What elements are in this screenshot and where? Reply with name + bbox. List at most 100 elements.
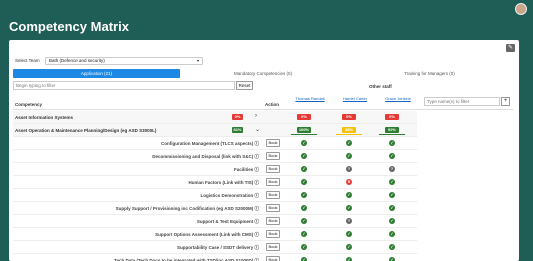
progress-bar xyxy=(336,134,362,135)
book-button[interactable]: Book xyxy=(266,204,280,212)
team-select[interactable]: Bath (Defence and security) ▾ xyxy=(45,56,203,65)
competency-row: Support & Test Equipment ⓘ Book ✓? ✓ xyxy=(13,215,417,228)
check-icon[interactable]: ✓ xyxy=(301,257,307,261)
competency-row: Decommissioning and Disposal (link with … xyxy=(13,150,417,163)
filter-row: Begin typing to filter Reset xyxy=(13,81,253,90)
tab-training-managers[interactable]: Training for Managers (0) xyxy=(346,69,513,78)
check-icon[interactable]: ✓ xyxy=(346,205,352,211)
book-button[interactable]: Book xyxy=(266,191,280,199)
group-percent-badge: 0% xyxy=(232,114,243,120)
person-group-percent: 0% xyxy=(342,114,356,120)
person-name-link[interactable]: Harriet Carter xyxy=(335,96,375,101)
filter-input[interactable]: Begin typing to filter xyxy=(13,81,235,90)
check-icon[interactable]: ✓ xyxy=(301,205,307,211)
book-button[interactable]: Book xyxy=(266,152,280,160)
tab-bar: Application (21) Mandatory Competencies … xyxy=(13,69,513,78)
check-icon[interactable]: ✓ xyxy=(346,244,352,250)
check-icon[interactable]: ✓ xyxy=(389,231,395,237)
competency-label: Supportability Case / SSDT delivery ⓘ xyxy=(176,245,259,250)
competency-row: Supply Support / Provisioning inc Codifi… xyxy=(13,202,417,215)
name-filter-input[interactable]: Type name(s) to filter xyxy=(424,97,500,106)
group-label: Asset Information Systems xyxy=(15,115,74,120)
check-icon[interactable]: ✓ xyxy=(301,192,307,198)
competency-row: Supportability Case / SSDT delivery ⓘ Boo… xyxy=(13,241,417,254)
book-button[interactable]: Book xyxy=(266,230,280,238)
check-icon[interactable]: ✓ xyxy=(389,140,395,146)
person-group-percent: 92% xyxy=(385,127,399,133)
grid-header: Competency Action Thomas Randall 21% Har… xyxy=(13,92,513,115)
team-selector-row: Select Team Bath (Defence and security) … xyxy=(15,56,203,65)
competency-label: Supply Support / Provisioning inc Codifi… xyxy=(115,206,259,211)
competency-row: Human Factors (Link with TIS) ⓘ Book ✓ ✕ ✓ xyxy=(13,176,417,189)
matrix-panel: ✎ Select Team Bath (Defence and security… xyxy=(9,40,519,261)
name-filter: Type name(s) to filter + xyxy=(424,97,510,106)
check-icon[interactable]: ✓ xyxy=(346,257,352,261)
check-icon[interactable]: ✓ xyxy=(389,179,395,185)
book-button[interactable]: Book xyxy=(266,178,280,186)
check-icon[interactable]: ✓ xyxy=(389,205,395,211)
reset-button[interactable]: Reset xyxy=(236,81,253,90)
page-title: Competency Matrix xyxy=(9,19,129,34)
competency-row: Logistics Demonstration ⓘ Book ✓ ✓ ✓ xyxy=(13,189,417,202)
competency-label: Logistics Demonstration ⓘ xyxy=(200,193,259,198)
chevron-icon[interactable]: › xyxy=(255,113,257,119)
check-icon[interactable]: ✓ xyxy=(301,153,307,159)
competency-column-header: Competency xyxy=(15,102,43,107)
competency-label: Support & Test Equipment ⓘ xyxy=(196,219,259,224)
book-button[interactable]: Book xyxy=(266,217,280,225)
book-button[interactable]: Book xyxy=(266,256,280,261)
avatar[interactable] xyxy=(515,3,527,15)
competency-label: Human Factors (Link with TIS) ⓘ xyxy=(188,180,259,185)
person-group-percent: 0% xyxy=(297,114,311,120)
check-icon[interactable]: ✓ xyxy=(389,244,395,250)
book-button[interactable]: Book xyxy=(266,243,280,251)
other-staff-label: Other staff xyxy=(369,84,392,89)
group-percent-badge: 81% xyxy=(232,127,243,133)
competency-row: Support Options Assessment (Link with CM… xyxy=(13,228,417,241)
check-icon[interactable]: ✓ xyxy=(301,218,307,224)
app-header: Competency Matrix xyxy=(0,0,533,40)
check-icon[interactable]: ✓ xyxy=(301,244,307,250)
book-button[interactable]: Book xyxy=(266,139,280,147)
question-icon[interactable]: ? xyxy=(346,166,352,172)
competency-label: Decommissioning and Disposal (link with … xyxy=(152,154,259,159)
progress-bar xyxy=(291,134,317,135)
group-label: Asset Operation & Maintenance Planning/D… xyxy=(15,128,157,133)
check-icon[interactable]: ✓ xyxy=(301,166,307,172)
check-icon[interactable]: ✓ xyxy=(301,231,307,237)
competency-label: Support Options Assessment (Link with CM… xyxy=(155,232,259,237)
progress-bar xyxy=(379,134,405,135)
competency-row: Facilities ⓘ Book ✓?? xyxy=(13,163,417,176)
person-name-link[interactable]: Grace Jenkins xyxy=(378,96,418,101)
check-icon[interactable]: ✓ xyxy=(301,179,307,185)
book-button[interactable]: Book xyxy=(266,165,280,173)
question-icon[interactable]: ? xyxy=(389,166,395,172)
person-name-link[interactable]: Thomas Randall xyxy=(290,96,330,101)
tab-application[interactable]: Application (21) xyxy=(13,69,180,78)
person-group-percent: 38% xyxy=(342,127,356,133)
check-icon[interactable]: ✓ xyxy=(389,153,395,159)
tab-mandatory[interactable]: Mandatory Competencies (0) xyxy=(180,69,346,78)
action-column-header: Action xyxy=(265,102,279,107)
group-row[interactable]: Asset Operation & Maintenance Planning/D… xyxy=(13,124,417,137)
person-group-percent: 100% xyxy=(297,127,311,133)
check-icon[interactable]: ✓ xyxy=(389,257,395,261)
settings-icon[interactable]: ✎ xyxy=(506,44,515,52)
add-person-button[interactable]: + xyxy=(501,97,510,106)
competency-label: Configuration Management (TLCS aspects) … xyxy=(160,141,259,146)
chevron-icon[interactable]: ⌄ xyxy=(255,126,260,133)
chevron-down-icon: ▾ xyxy=(196,57,199,63)
cross-icon[interactable]: ✕ xyxy=(346,179,352,185)
check-icon[interactable]: ✓ xyxy=(346,140,352,146)
person-group-percent: 0% xyxy=(385,114,399,120)
check-icon[interactable]: ✓ xyxy=(389,192,395,198)
check-icon[interactable]: ✓ xyxy=(301,140,307,146)
check-icon[interactable]: ✓ xyxy=(346,192,352,198)
team-label: Select Team xyxy=(15,58,40,63)
group-row[interactable]: Asset Information Systems 0% › 0% 0% 0% xyxy=(13,111,417,124)
competency-row: Tech Data (Tech Docs to be integrated wi… xyxy=(13,254,417,261)
check-icon[interactable]: ✓ xyxy=(389,218,395,224)
check-icon[interactable]: ✓ xyxy=(346,231,352,237)
check-icon[interactable]: ✓ xyxy=(346,153,352,159)
question-icon[interactable]: ? xyxy=(346,218,352,224)
